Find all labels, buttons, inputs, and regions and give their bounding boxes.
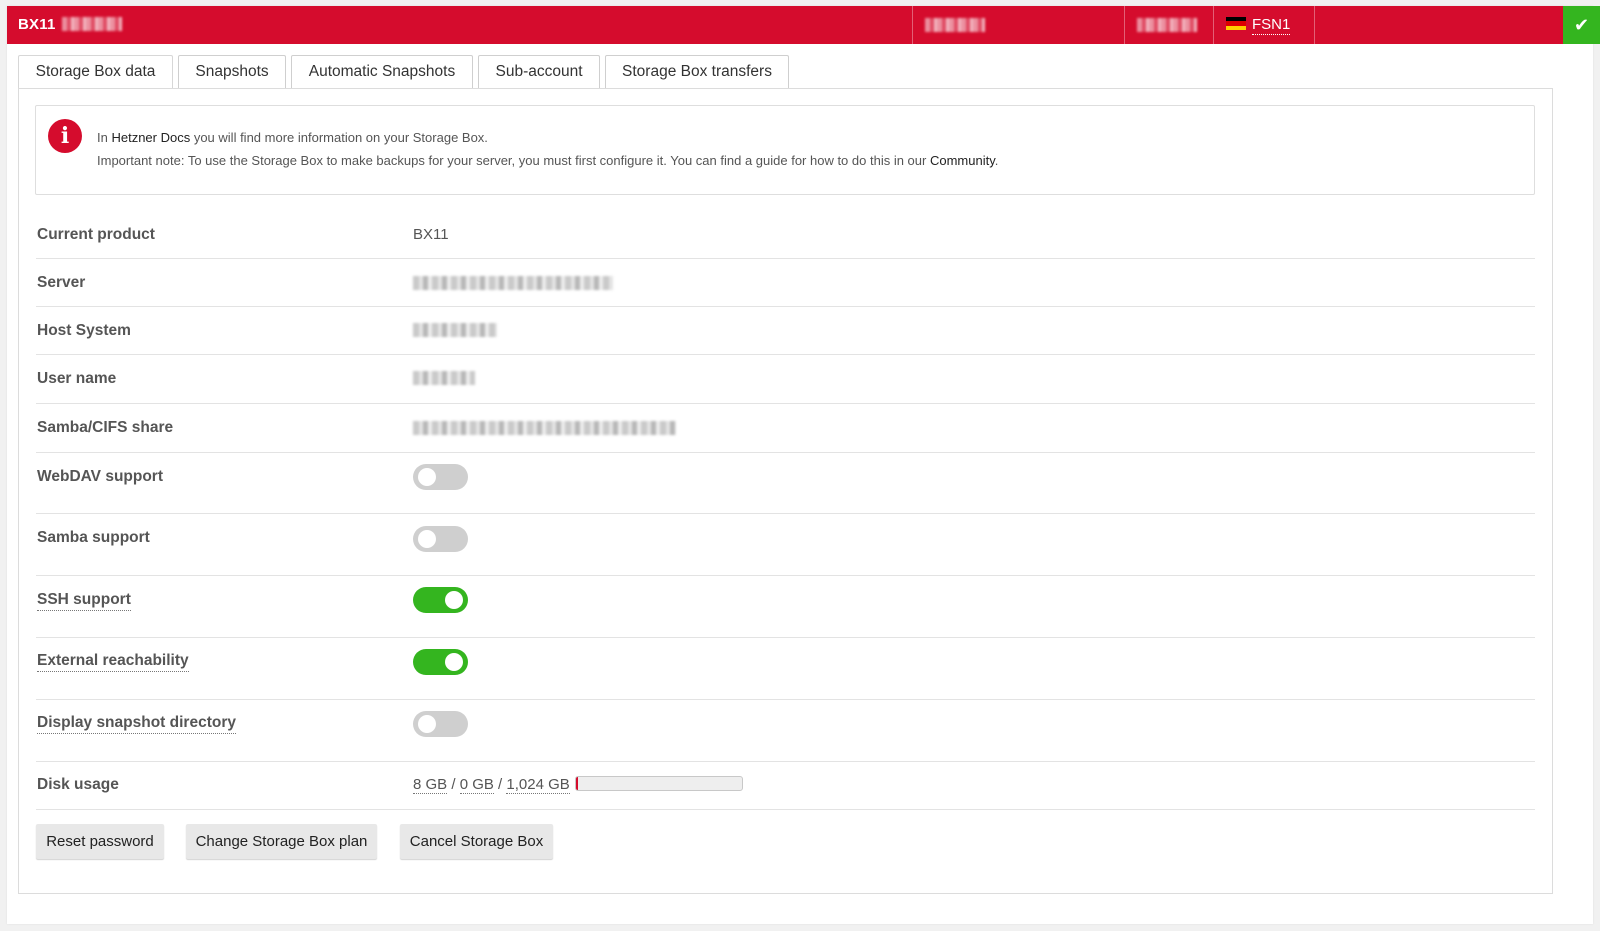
disk-usage-fill (575, 777, 578, 790)
header-cell-location[interactable]: FSN1 (1213, 6, 1315, 44)
cancel-storage-box-button[interactable]: Cancel Storage Box (400, 824, 553, 859)
snapshot-directory-label: Display snapshot directory (37, 714, 236, 734)
reset-password-button[interactable]: Reset password (36, 824, 164, 859)
redacted-value (1137, 18, 1197, 32)
disk-snapshots: 0 GB (459, 776, 494, 794)
product-name: BX11 (18, 16, 56, 33)
tab-sub-account[interactable]: Sub-account (478, 55, 600, 88)
toggle-knob (418, 715, 436, 733)
snapshot-directory-toggle[interactable] (413, 711, 468, 737)
info-line-1: In Hetzner Docs you will find more infor… (97, 126, 998, 149)
samba-share-label: Samba/CIFS share (37, 419, 174, 436)
toggle-knob (445, 591, 463, 609)
info-box: i In Hetzner Docs you will find more inf… (35, 105, 1535, 195)
toggle-knob (445, 653, 463, 671)
tab-storage-box-data[interactable]: Storage Box data (18, 55, 173, 90)
info-icon: i (48, 119, 82, 153)
row-samba-support: Samba support (36, 514, 1535, 576)
row-server: Server (36, 259, 1535, 307)
row-webdav-support: WebDAV support (36, 453, 1535, 514)
info-line-2-prefix: Important note: To use the Storage Box t… (97, 153, 930, 168)
server-label: Server (37, 274, 86, 291)
info-line-2: Important note: To use the Storage Box t… (97, 149, 998, 172)
user-name-label: User name (37, 370, 117, 387)
location[interactable]: FSN1 (1226, 6, 1291, 44)
samba-share-value-redacted (413, 421, 676, 439)
external-reachability-toggle[interactable] (413, 649, 468, 675)
location-label: FSN1 (1252, 16, 1291, 35)
header-cell-redacted-2 (1124, 6, 1214, 44)
samba-toggle[interactable] (413, 526, 468, 552)
row-current-product: Current product BX11 (36, 211, 1535, 259)
row-disk-usage: Disk usage 8 GB / 0 GB / 1,024 GB (36, 762, 1535, 810)
tab-snapshots[interactable]: Snapshots (178, 55, 286, 88)
germany-flag-icon (1226, 17, 1246, 30)
storage-box-header: BX11 FSN1 ✔ (7, 6, 1600, 44)
community-link[interactable]: Community (930, 153, 995, 168)
redacted-name (61, 16, 122, 31)
host-system-value-redacted (413, 323, 497, 341)
info-line-2-suffix: . (994, 153, 999, 168)
user-name-value-redacted (413, 371, 475, 389)
header-cell-redacted-1 (912, 6, 1125, 44)
server-value-redacted (413, 276, 613, 294)
info-line-1-prefix: In (97, 130, 112, 145)
row-user-name: User name (36, 355, 1535, 404)
current-product-value: BX11 (413, 226, 449, 243)
disk-usage-value: 8 GB / 0 GB / 1,024 GB (413, 776, 743, 794)
host-system-label: Host System (37, 322, 131, 339)
row-external-reachability: External reachability (36, 638, 1535, 700)
storage-box-card: BX11 FSN1 ✔ Storage Box data Snapshots A… (7, 6, 1600, 924)
disk-usage-label: Disk usage (37, 776, 119, 793)
redacted-value (925, 18, 985, 32)
webdav-label: WebDAV support (37, 468, 164, 485)
samba-label: Samba support (37, 529, 150, 546)
row-host-system: Host System (36, 307, 1535, 355)
tab-storage-box-transfers[interactable]: Storage Box transfers (605, 55, 789, 88)
storage-box-data-panel: i In Hetzner Docs you will find more inf… (18, 88, 1553, 894)
current-product-label: Current product (37, 226, 155, 243)
row-display-snapshot-directory: Display snapshot directory (36, 700, 1535, 762)
disk-total: 1,024 GB (506, 776, 570, 794)
info-text: In Hetzner Docs you will find more infor… (97, 126, 998, 172)
check-icon: ✔ (1563, 6, 1600, 44)
tab-automatic-snapshots[interactable]: Automatic Snapshots (291, 55, 473, 88)
row-samba-share: Samba/CIFS share (36, 404, 1535, 453)
ssh-toggle[interactable] (413, 587, 468, 613)
toggle-knob (418, 468, 436, 486)
row-ssh-support: SSH support (36, 576, 1535, 638)
change-plan-button[interactable]: Change Storage Box plan (186, 824, 377, 859)
hetzner-docs-link[interactable]: Hetzner Docs (111, 130, 190, 145)
disk-used: 8 GB (413, 776, 448, 794)
storage-box-title: BX11 (18, 6, 122, 44)
toggle-knob (418, 530, 436, 548)
info-line-1-suffix: you will find more information on your S… (190, 130, 488, 145)
disk-usage-bar (574, 776, 743, 791)
ssh-label: SSH support (37, 591, 131, 611)
external-reachability-label: External reachability (37, 652, 189, 672)
webdav-toggle[interactable] (413, 464, 468, 490)
